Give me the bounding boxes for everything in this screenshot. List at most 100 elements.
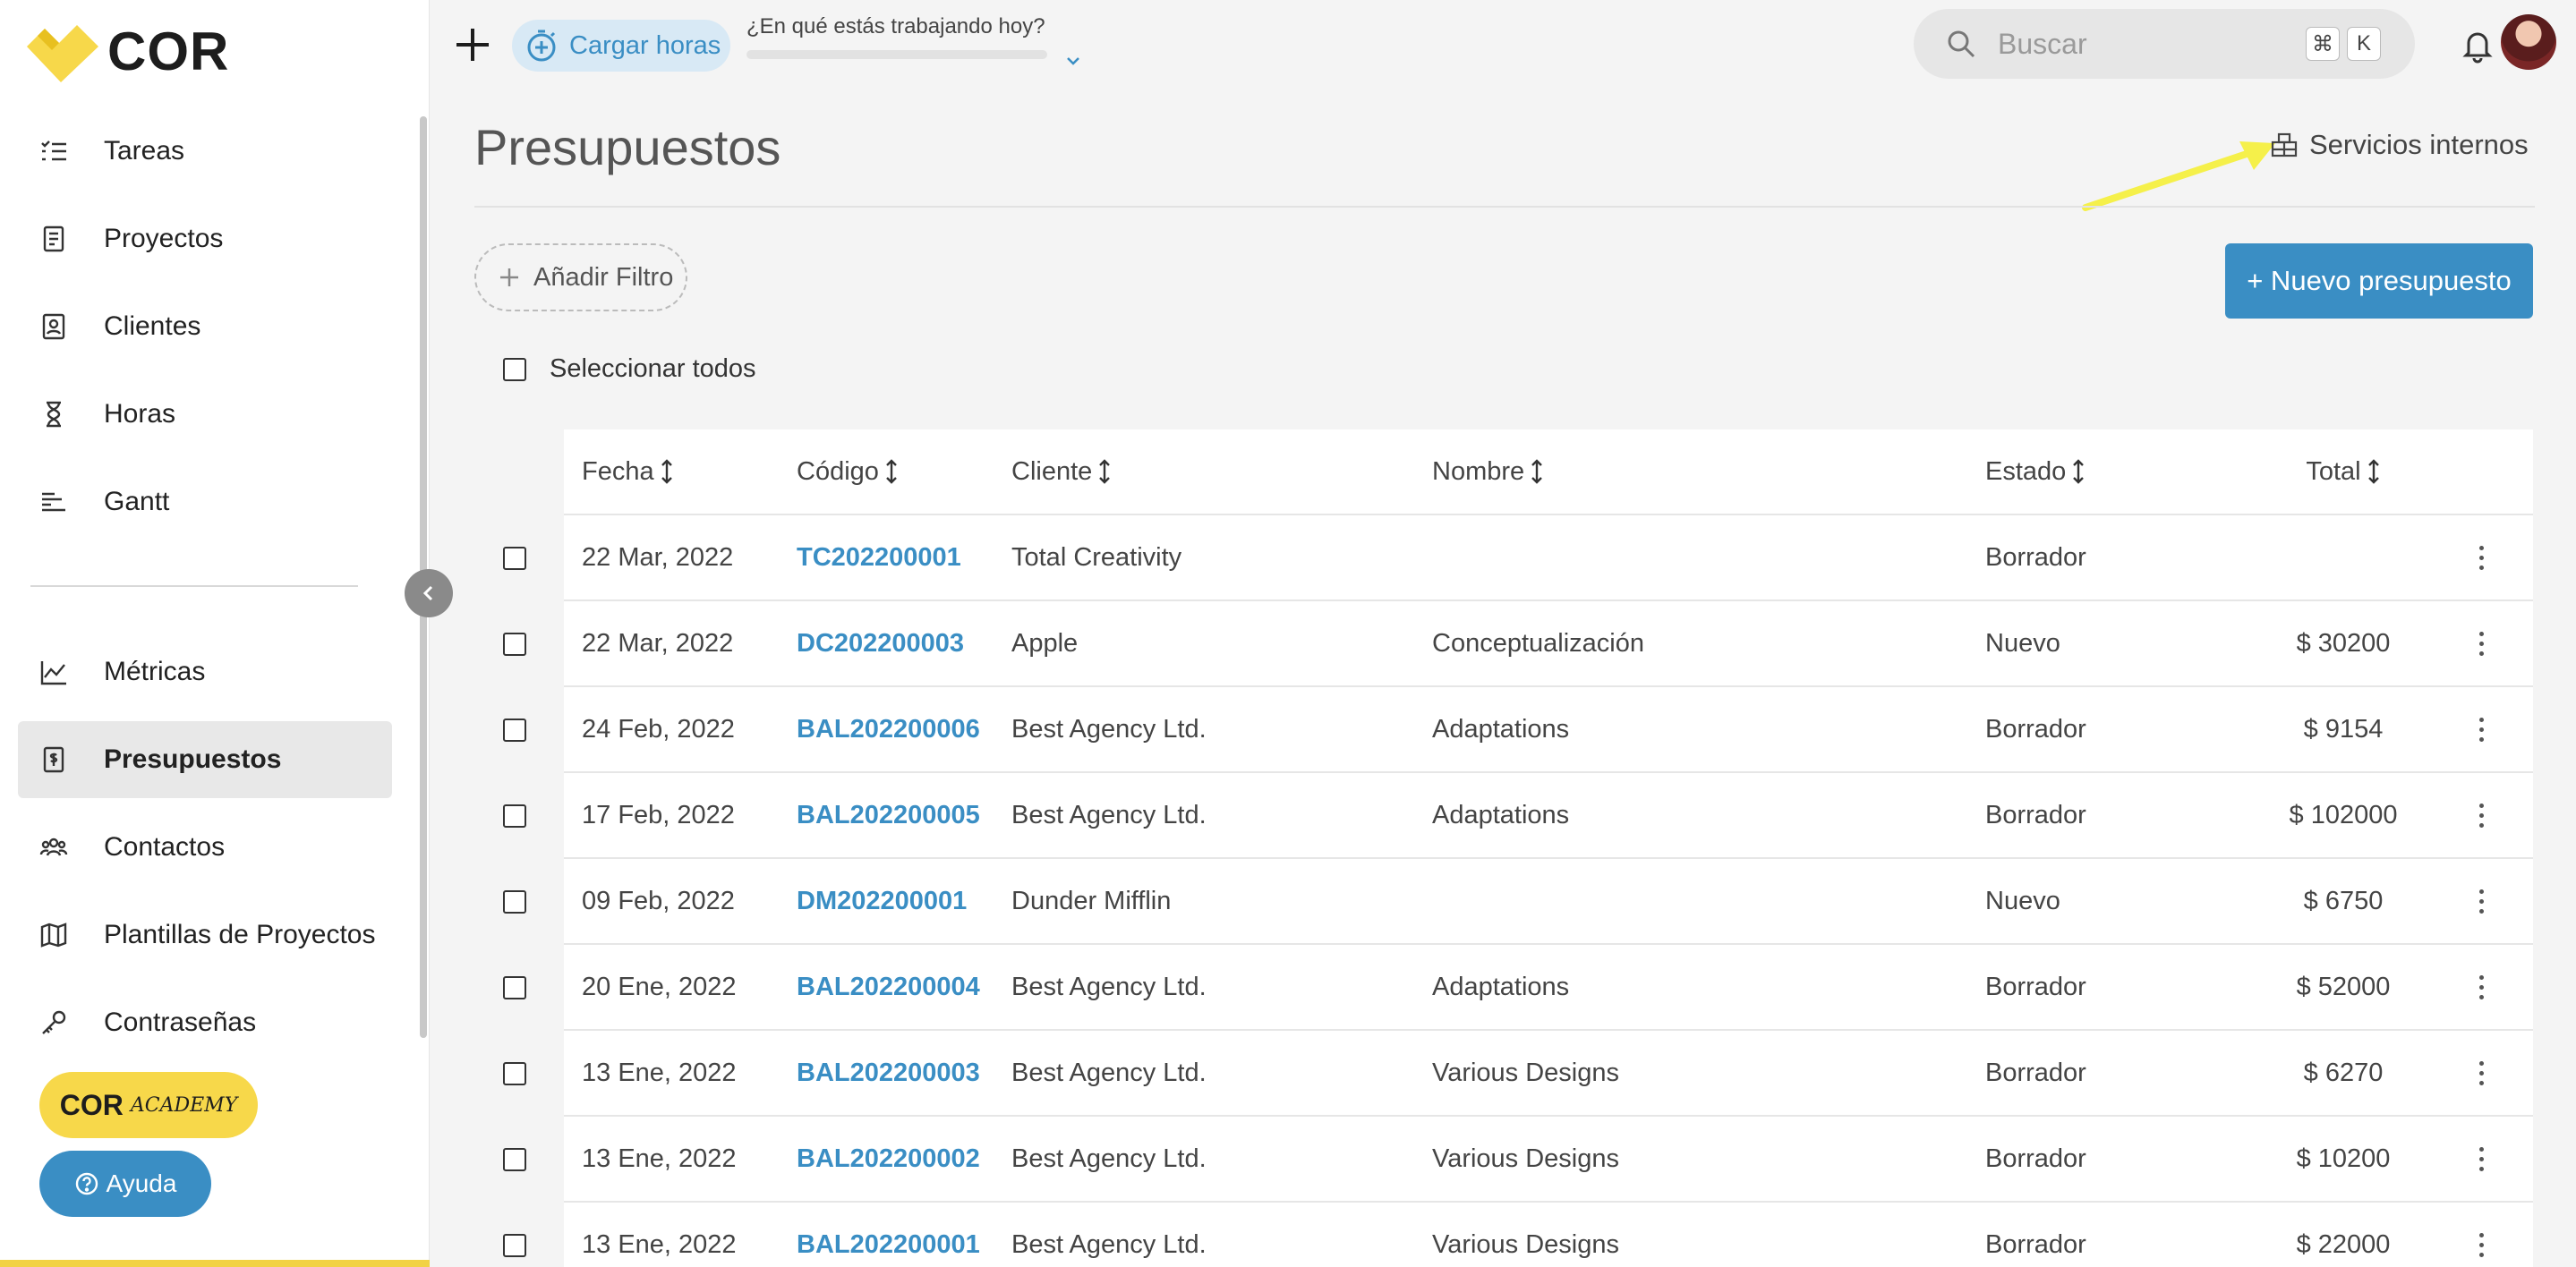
row-menu-kebab-icon[interactable] bbox=[2478, 1232, 2485, 1257]
table-row[interactable]: 24 Feb, 2022 BAL202200006 Best Agency Lt… bbox=[503, 687, 2533, 773]
row-menu-kebab-icon[interactable] bbox=[2478, 974, 2485, 999]
sidebar-item-label: Métricas bbox=[104, 657, 206, 686]
table-row[interactable]: 22 Mar, 2022 DC202200003 Apple Conceptua… bbox=[503, 601, 2533, 687]
table-row[interactable]: 17 Feb, 2022 BAL202200005 Best Agency Lt… bbox=[503, 773, 2533, 859]
table-row[interactable]: 20 Ene, 2022 BAL202200004 Best Agency Lt… bbox=[503, 945, 2533, 1031]
cell-codigo-link[interactable]: BAL202200003 bbox=[797, 1059, 980, 1088]
row-checkbox[interactable] bbox=[503, 547, 526, 570]
sidebar-item-horas[interactable]: Horas bbox=[18, 376, 392, 453]
internal-services-link[interactable]: Servicios internos bbox=[2270, 129, 2529, 161]
row-checkbox[interactable] bbox=[503, 1062, 526, 1085]
user-avatar[interactable] bbox=[2501, 14, 2556, 70]
header-total[interactable]: Total bbox=[2272, 457, 2415, 487]
sort-icon bbox=[2367, 458, 2381, 485]
table-row[interactable]: 13 Ene, 2022 BAL202200003 Best Agency Lt… bbox=[503, 1031, 2533, 1117]
search-bar[interactable]: Buscar ⌘ K bbox=[1914, 9, 2415, 79]
cell-codigo-link[interactable]: BAL202200002 bbox=[797, 1144, 980, 1174]
cell-total: $ 6270 bbox=[2303, 1058, 2384, 1087]
cell-fecha: 24 Feb, 2022 bbox=[582, 714, 735, 744]
sidebar-item-contactos[interactable]: Contactos bbox=[18, 809, 392, 886]
sidebar-item-clientes[interactable]: Clientes bbox=[18, 288, 392, 365]
cell-estado: Borrador bbox=[1985, 1058, 2086, 1087]
sidebar-item-presupuestos[interactable]: Presupuestos bbox=[18, 721, 392, 798]
sidebar-item-metricas[interactable]: Métricas bbox=[18, 634, 392, 710]
table-row[interactable]: 13 Ene, 2022 BAL202200001 Best Agency Lt… bbox=[503, 1203, 2533, 1267]
help-button[interactable]: Ayuda bbox=[39, 1151, 211, 1217]
new-budget-button[interactable]: + Nuevo presupuesto bbox=[2225, 243, 2533, 319]
table-row[interactable]: 22 Mar, 2022 TC202200001 Total Creativit… bbox=[503, 515, 2533, 601]
cell-codigo-link[interactable]: BAL202200006 bbox=[797, 715, 980, 744]
select-all-checkbox[interactable] bbox=[503, 357, 526, 381]
hourglass-icon bbox=[38, 398, 70, 430]
cell-codigo-link[interactable]: DM202200001 bbox=[797, 887, 967, 916]
cell-codigo-link[interactable]: BAL202200001 bbox=[797, 1230, 980, 1260]
sidebar-item-tareas[interactable]: Tareas bbox=[18, 113, 392, 190]
cor-academy-button[interactable]: COR ACADEMY bbox=[39, 1072, 258, 1138]
sidebar-item-proyectos[interactable]: Proyectos bbox=[18, 200, 392, 277]
tasks-list-icon bbox=[38, 135, 70, 167]
header-nombre[interactable]: Nombre bbox=[1432, 457, 1544, 487]
project-doc-icon bbox=[38, 223, 70, 255]
cell-nombre: Various Designs bbox=[1432, 1229, 1620, 1259]
row-menu-kebab-icon[interactable] bbox=[2478, 889, 2485, 914]
header-codigo[interactable]: Código bbox=[797, 457, 899, 487]
cell-nombre: Conceptualización bbox=[1432, 628, 1644, 658]
add-plus-icon[interactable] bbox=[453, 25, 492, 64]
title-divider bbox=[474, 206, 2535, 208]
header-estado[interactable]: Estado bbox=[1985, 457, 2086, 487]
internal-services-icon bbox=[2270, 132, 2299, 158]
row-checkbox[interactable] bbox=[503, 976, 526, 999]
table-row[interactable]: 13 Ene, 2022 BAL202200002 Best Agency Lt… bbox=[503, 1117, 2533, 1203]
row-menu-kebab-icon[interactable] bbox=[2478, 1060, 2485, 1085]
cell-codigo-link[interactable]: BAL202200004 bbox=[797, 973, 980, 1002]
search-input[interactable]: Buscar bbox=[1998, 28, 2306, 61]
load-hours-button[interactable]: Cargar horas bbox=[512, 20, 730, 72]
select-all[interactable]: Seleccionar todos bbox=[503, 354, 756, 384]
add-filter-button[interactable]: Añadir Filtro bbox=[474, 243, 687, 311]
search-shortcut: ⌘ K bbox=[2306, 27, 2388, 61]
cell-estado: Nuevo bbox=[1985, 886, 2060, 915]
row-menu-kebab-icon[interactable] bbox=[2478, 631, 2485, 656]
kbd-cmd: ⌘ bbox=[2306, 27, 2340, 61]
row-checkbox[interactable] bbox=[503, 890, 526, 914]
sidebar-item-plantillas[interactable]: Plantillas de Proyectos bbox=[18, 897, 392, 974]
sidebar-item-label: Plantillas de Proyectos bbox=[104, 920, 376, 949]
cell-codigo-link[interactable]: DC202200003 bbox=[797, 629, 964, 659]
cell-fecha: 22 Mar, 2022 bbox=[582, 542, 734, 572]
collapse-sidebar-button[interactable] bbox=[405, 569, 453, 617]
table-row[interactable]: 09 Feb, 2022 DM202200001 Dunder Mifflin … bbox=[503, 859, 2533, 945]
row-checkbox[interactable] bbox=[503, 633, 526, 656]
plus-icon bbox=[498, 266, 521, 289]
sidebar-item-label: Tareas bbox=[104, 136, 185, 166]
cell-fecha: 13 Ene, 2022 bbox=[582, 1058, 737, 1087]
row-menu-kebab-icon[interactable] bbox=[2478, 717, 2485, 742]
row-checkbox[interactable] bbox=[503, 1234, 526, 1257]
cell-fecha: 20 Ene, 2022 bbox=[582, 972, 737, 1001]
working-on-bar bbox=[746, 50, 1047, 59]
sidebar-item-gantt[interactable]: Gantt bbox=[18, 463, 392, 540]
cell-codigo-link[interactable]: TC202200001 bbox=[797, 543, 961, 573]
row-menu-kebab-icon[interactable] bbox=[2478, 1146, 2485, 1171]
header-cliente[interactable]: Cliente bbox=[1011, 457, 1112, 487]
row-menu-kebab-icon[interactable] bbox=[2478, 803, 2485, 828]
help-label: Ayuda bbox=[106, 1169, 177, 1197]
cell-codigo-link[interactable]: BAL202200005 bbox=[797, 801, 980, 830]
cor-logo[interactable]: COR bbox=[23, 20, 229, 82]
notifications-bell-icon[interactable] bbox=[2458, 25, 2497, 64]
working-on-field[interactable]: ¿En qué estás trabajando hoy? bbox=[746, 14, 1087, 65]
cell-total: $ 22000 bbox=[2296, 1229, 2391, 1259]
chevron-down-icon[interactable] bbox=[1063, 50, 1083, 74]
header-label: Cliente bbox=[1011, 456, 1093, 486]
budget-doc-icon bbox=[38, 744, 70, 776]
sidebar-bottom-accent bbox=[0, 1260, 430, 1267]
row-checkbox[interactable] bbox=[503, 1148, 526, 1171]
header-fecha[interactable]: Fecha bbox=[582, 457, 674, 487]
row-checkbox[interactable] bbox=[503, 804, 526, 828]
row-menu-kebab-icon[interactable] bbox=[2478, 545, 2485, 570]
cell-cliente: Best Agency Ltd. bbox=[1011, 714, 1207, 744]
row-checkbox[interactable] bbox=[503, 719, 526, 742]
sidebar-item-contrasenas[interactable]: Contraseñas bbox=[18, 984, 392, 1061]
cell-total: $ 102000 bbox=[2289, 800, 2398, 829]
add-filter-label: Añadir Filtro bbox=[533, 262, 674, 292]
sidebar-item-label: Contraseñas bbox=[104, 1008, 257, 1037]
